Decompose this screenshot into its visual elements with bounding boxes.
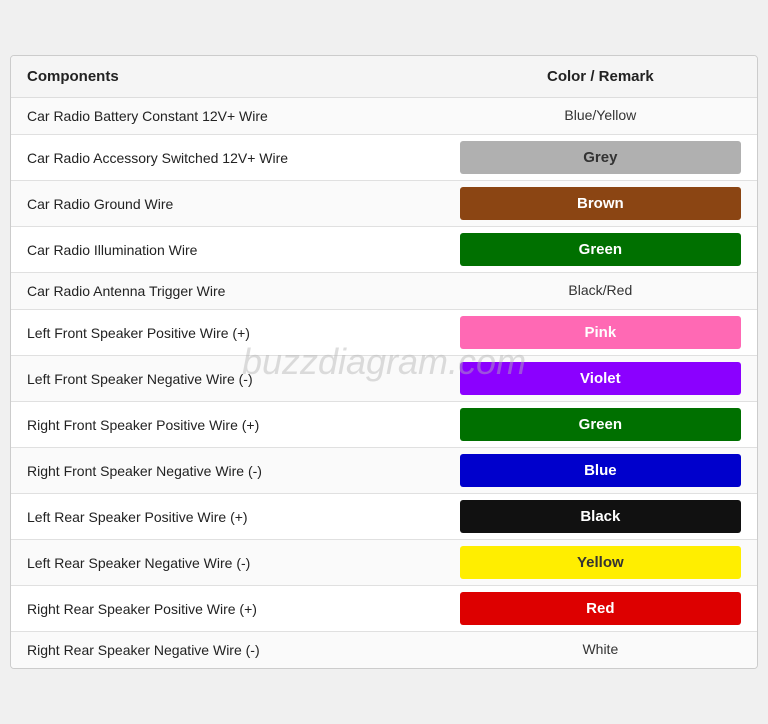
wiring-table-container: buzzdiagram.com Components Color / Remar… <box>10 55 758 669</box>
table-row: Car Radio Ground Wire Brown <box>11 181 757 227</box>
color-badge: Violet <box>460 362 741 395</box>
color-cell: Red <box>444 586 757 632</box>
component-cell: Car Radio Ground Wire <box>11 181 444 227</box>
table-row: Car Radio Battery Constant 12V+ Wire Blue… <box>11 98 757 135</box>
component-cell: Left Rear Speaker Negative Wire (-) <box>11 540 444 586</box>
color-badge: Black <box>460 500 741 533</box>
table-header-row: Components Color / Remark <box>11 56 757 98</box>
color-badge: Grey <box>460 141 741 174</box>
color-badge: Pink <box>460 316 741 349</box>
color-cell: Green <box>444 227 757 273</box>
table-row: Left Rear Speaker Negative Wire (-) Yello… <box>11 540 757 586</box>
color-badge: Green <box>460 233 741 266</box>
color-plain-text: Blue/Yellow <box>564 107 636 123</box>
color-cell: Black <box>444 494 757 540</box>
table-row: Left Rear Speaker Positive Wire (+) Black <box>11 494 757 540</box>
color-badge: Brown <box>460 187 741 220</box>
color-plain-text: White <box>582 641 618 657</box>
table-row: Right Rear Speaker Negative Wire (-) Whit… <box>11 632 757 669</box>
component-cell: Right Rear Speaker Negative Wire (-) <box>11 632 444 669</box>
color-badge: Yellow <box>460 546 741 579</box>
header-components: Components <box>11 56 444 98</box>
component-cell: Right Rear Speaker Positive Wire (+) <box>11 586 444 632</box>
component-cell: Car Radio Antenna Trigger Wire <box>11 273 444 310</box>
component-cell: Car Radio Illumination Wire <box>11 227 444 273</box>
table-row: Car Radio Accessory Switched 12V+ Wire Gr… <box>11 135 757 181</box>
table-row: Right Front Speaker Negative Wire (-) Blu… <box>11 448 757 494</box>
component-cell: Car Radio Accessory Switched 12V+ Wire <box>11 135 444 181</box>
color-cell: White <box>444 632 757 669</box>
color-cell: Yellow <box>444 540 757 586</box>
component-cell: Car Radio Battery Constant 12V+ Wire <box>11 98 444 135</box>
table-row: Car Radio Illumination Wire Green <box>11 227 757 273</box>
color-cell: Violet <box>444 356 757 402</box>
table-row: Right Front Speaker Positive Wire (+) Gre… <box>11 402 757 448</box>
color-badge: Blue <box>460 454 741 487</box>
color-badge: Red <box>460 592 741 625</box>
header-color-remark: Color / Remark <box>444 56 757 98</box>
wiring-table: Components Color / Remark Car Radio Batt… <box>11 56 757 668</box>
table-row: Left Front Speaker Negative Wire (-) Viol… <box>11 356 757 402</box>
color-cell: Grey <box>444 135 757 181</box>
component-cell: Left Front Speaker Positive Wire (+) <box>11 310 444 356</box>
table-row: Right Rear Speaker Positive Wire (+) Red <box>11 586 757 632</box>
table-body: Car Radio Battery Constant 12V+ Wire Blue… <box>11 98 757 669</box>
color-cell: Blue <box>444 448 757 494</box>
color-cell: Green <box>444 402 757 448</box>
table-row: Car Radio Antenna Trigger Wire Black/Red <box>11 273 757 310</box>
color-cell: Blue/Yellow <box>444 98 757 135</box>
component-cell: Left Front Speaker Negative Wire (-) <box>11 356 444 402</box>
table-row: Left Front Speaker Positive Wire (+) Pink <box>11 310 757 356</box>
color-cell: Black/Red <box>444 273 757 310</box>
component-cell: Left Rear Speaker Positive Wire (+) <box>11 494 444 540</box>
component-cell: Right Front Speaker Positive Wire (+) <box>11 402 444 448</box>
component-cell: Right Front Speaker Negative Wire (-) <box>11 448 444 494</box>
color-plain-text: Black/Red <box>568 282 632 298</box>
color-badge: Green <box>460 408 741 441</box>
color-cell: Pink <box>444 310 757 356</box>
color-cell: Brown <box>444 181 757 227</box>
